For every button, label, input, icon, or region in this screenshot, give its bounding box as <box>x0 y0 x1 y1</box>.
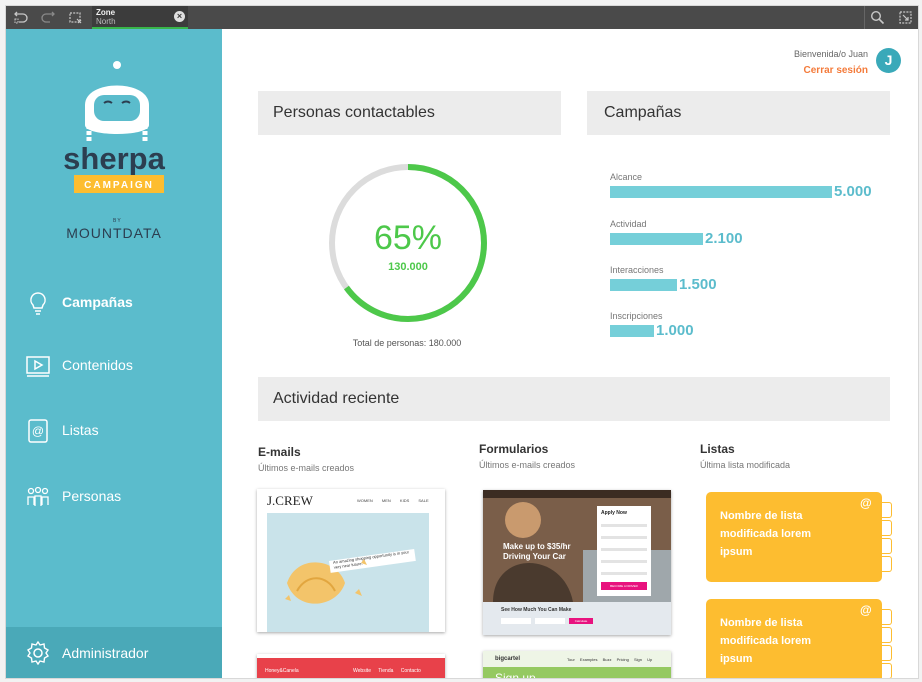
redo-icon[interactable] <box>40 10 55 25</box>
main-content: Bienvenida/o Juan Cerrar sesión J Person… <box>222 29 918 679</box>
thumb-brand: J.CREW <box>267 493 313 508</box>
campaigns-card-header: Campañas <box>587 91 890 135</box>
sidebar-item-personas[interactable]: Personas <box>6 477 222 517</box>
top-toolbar: Zone North × <box>6 6 918 29</box>
form-thumbnail[interactable]: Make up to $35/hr Driving Your Car Apply… <box>483 490 671 635</box>
logo-badge: CAMPAIGN <box>84 180 154 191</box>
bar-inscripciones <box>610 325 654 337</box>
campaigns-title: Campañas <box>604 104 682 121</box>
list-card-tabs <box>882 502 892 574</box>
sidebar-item-campanas[interactable]: Campañas <box>6 283 222 323</box>
undo-icon[interactable] <box>14 10 29 25</box>
sherpa-logo[interactable]: sherpa CAMPAIGN <box>52 59 176 199</box>
mount-suffix: TDATA <box>112 225 162 241</box>
form-thumbnail[interactable]: bigcartel Tour Examples Buzz Pricing Sig… <box>483 651 671 679</box>
bar-actividad <box>610 233 703 245</box>
toolbar-divider <box>864 6 865 29</box>
fullscreen-icon[interactable] <box>68 10 83 25</box>
thumb-footer: See How Much You Can Make Calculate <box>483 602 671 635</box>
emails-title: E-mails <box>258 445 301 459</box>
sidebar-item-contenidos[interactable]: Contenidos <box>6 346 222 386</box>
thumb-brand: Honey&Canela <box>265 668 299 674</box>
lightbulb-icon <box>26 291 50 315</box>
lists-title: Listas <box>700 442 735 456</box>
at-icon: @ <box>860 603 872 617</box>
list-card[interactable]: Nombre de lista modificada lorem ipsum @ <box>706 599 892 678</box>
email-thumbnail[interactable]: Honey&Canela Website Tienda Contacto <box>257 654 445 678</box>
bar-value: 2.100 <box>705 230 743 247</box>
thumb-form: Apply Now BECOME A DRIVER <box>597 506 651 596</box>
list-card-tabs <box>882 609 892 678</box>
contacts-donut: 65% 130.000 <box>326 161 490 325</box>
mount-by: BY <box>112 218 122 224</box>
sidebar-item-listas[interactable]: @ Listas <box>6 411 222 451</box>
people-icon <box>26 485 50 509</box>
mount-prefix: MOUN <box>66 225 113 241</box>
contacts-count: 130.000 <box>388 261 428 273</box>
svg-text:@: @ <box>32 424 44 438</box>
at-icon: @ <box>860 496 872 510</box>
logout-link[interactable]: Cerrar sesión <box>804 65 868 76</box>
thumb-nav: Tour Examples Buzz Pricing Sign Up <box>567 657 653 662</box>
bar-value: 5.000 <box>834 183 872 200</box>
user-greeting: Bienvenida/o Juan <box>793 49 868 59</box>
screen: Zone North × sherpa CAMPAIGN MOUN BY TDA… <box>0 0 922 682</box>
thumb-headline: Sign up <box>495 671 536 679</box>
avatar[interactable]: J <box>876 48 901 73</box>
thumb-headline: Make up to $35/hr Driving Your Car <box>503 542 571 561</box>
thumb-footer-btn: Calculate <box>569 618 593 624</box>
list-card[interactable]: Nombre de lista modificada lorem ipsum @ <box>706 492 892 582</box>
bar-label: Alcance <box>610 172 643 182</box>
thumb-form-title: Apply Now <box>601 510 627 516</box>
sidebar-item-label: Contenidos <box>62 357 133 373</box>
search-icon[interactable] <box>870 10 885 25</box>
emails-subtitle: Últimos e-mails creados <box>258 463 355 473</box>
sidebar-item-label: Campañas <box>62 294 133 310</box>
email-thumbnail[interactable]: J.CREW WOMEN MEN KIDS SALE An amazing sh… <box>257 489 445 632</box>
lists-subtitle: Última lista modificada <box>700 460 791 470</box>
contacts-percent: 65% <box>373 219 443 257</box>
bar-label: Inscripciones <box>610 311 663 321</box>
video-icon <box>26 354 50 378</box>
tab-zone[interactable]: Zone North × <box>92 6 188 29</box>
app-window: Zone North × sherpa CAMPAIGN MOUN BY TDA… <box>5 5 919 679</box>
logo-wordmark: sherpa <box>63 141 165 176</box>
close-icon[interactable]: × <box>174 11 185 22</box>
sidebar-item-label: Listas <box>62 422 99 438</box>
thumb-footer-text: See How Much You Can Make <box>501 607 572 613</box>
contacts-card-header: Personas contactables <box>258 91 561 135</box>
activity-title: Actividad reciente <box>273 390 400 407</box>
sidebar-item-label: Personas <box>62 488 122 504</box>
expand-icon[interactable] <box>898 10 913 25</box>
forms-title: Formularios <box>479 442 549 456</box>
thumb-hero: bigcartel Tour Examples Buzz Pricing Sig… <box>483 651 671 679</box>
bar-label: Actividad <box>610 219 647 229</box>
tab-title: Zone <box>96 8 116 17</box>
thumb-hero: An amazing shopping opportunity is in yo… <box>267 513 429 632</box>
contacts-title: Personas contactables <box>273 104 435 121</box>
bar-value: 1.000 <box>656 322 694 339</box>
thumb-brand: bigcartel <box>495 656 521 662</box>
mountdata-logo: MOUN BY TDATA <box>6 218 222 241</box>
contact-book-icon: @ <box>26 419 50 443</box>
list-card-name: Nombre de lista modificada lorem ipsum <box>720 617 812 665</box>
list-card-name: Nombre de lista modificada lorem ipsum <box>720 510 812 558</box>
thumb-hero: Make up to $35/hr Driving Your Car Apply… <box>483 490 671 602</box>
activity-card-header: Actividad reciente <box>258 377 890 421</box>
bar-alcance <box>610 186 832 198</box>
thumb-nav: Website Tienda Contacto <box>353 668 421 674</box>
gear-icon <box>26 640 50 666</box>
sidebar: sherpa CAMPAIGN MOUN BY TDATA Campañas Con… <box>6 29 222 678</box>
sidebar-item-label: Administrador <box>62 645 149 661</box>
forms-subtitle: Últimos e-mails creados <box>479 460 576 470</box>
bar-label: Interacciones <box>610 265 664 275</box>
thumb-form-cta: BECOME A DRIVER <box>601 582 647 590</box>
bar-interacciones <box>610 279 677 291</box>
sidebar-item-administrador[interactable]: Administrador <box>6 627 222 678</box>
thumb-nav: WOMEN MEN KIDS SALE <box>357 498 429 503</box>
tab-subtitle: North <box>96 17 116 26</box>
bar-value: 1.500 <box>679 276 717 293</box>
contacts-total: Total de personas: 180.000 <box>352 338 462 348</box>
thumb-hero: Honey&Canela Website Tienda Contacto <box>257 658 445 678</box>
